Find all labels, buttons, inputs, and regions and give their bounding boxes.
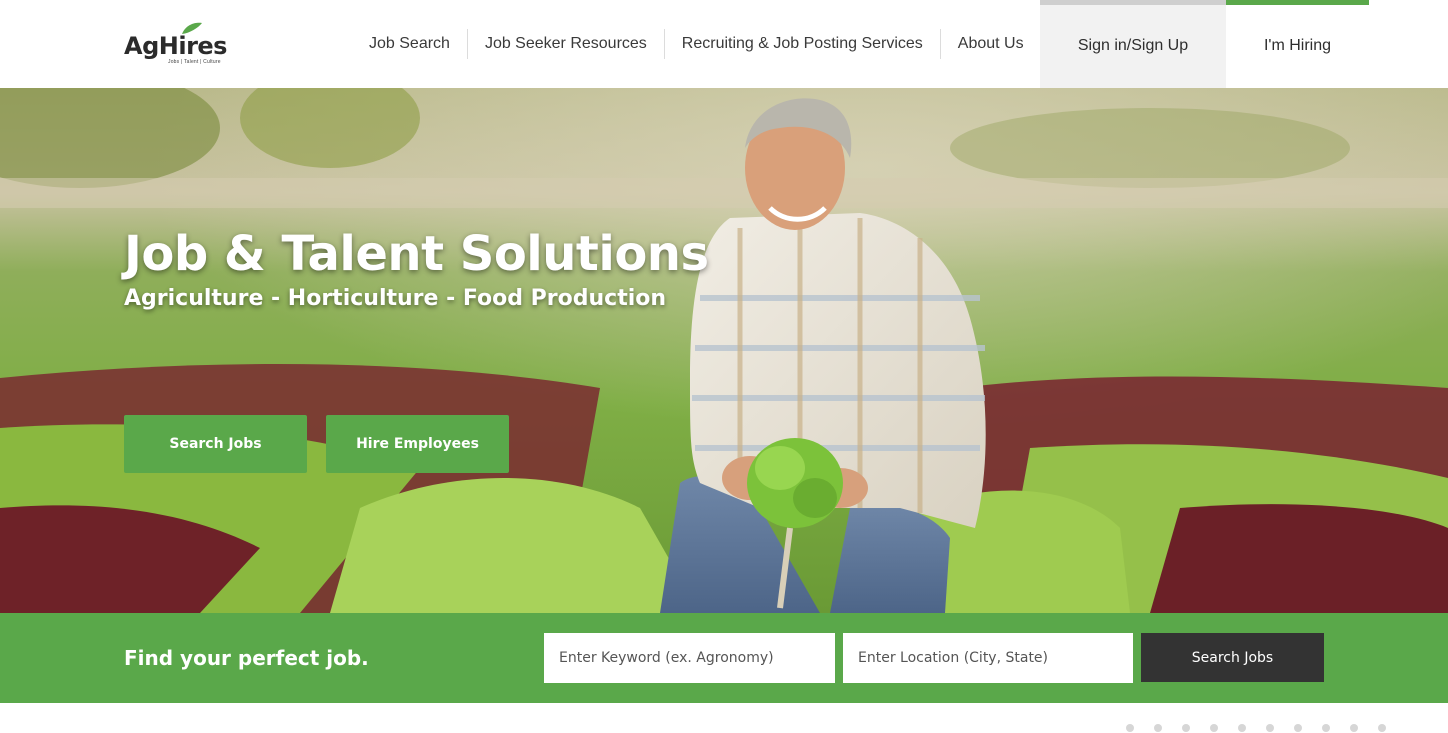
im-hiring-button[interactable]: I'm Hiring [1226,0,1369,88]
location-input[interactable] [843,633,1133,683]
nav-item-about-us[interactable]: About Us [941,29,1041,59]
hero-search-jobs-button[interactable]: Search Jobs [124,415,307,473]
carousel-dot[interactable] [1294,724,1302,732]
carousel-dot[interactable] [1350,724,1358,732]
site-header: AgHires Jobs | Talent | Culture Job Sear… [0,0,1448,88]
carousel-dot[interactable] [1238,724,1246,732]
carousel-dot[interactable] [1154,724,1162,732]
aghires-logo[interactable]: AgHires Jobs | Talent | Culture [124,22,234,66]
keyword-input[interactable] [544,633,835,683]
hero-subtitle: Agriculture - Horticulture - Food Produc… [124,286,667,311]
logo-wordmark: AgHires [124,32,227,60]
carousel-dot[interactable] [1322,724,1330,732]
hero-hire-employees-button[interactable]: Hire Employees [326,415,509,473]
carousel-dot[interactable] [1126,724,1134,732]
search-heading: Find your perfect job. [124,646,369,670]
carousel-dot[interactable] [1182,724,1190,732]
farmer-holding-lettuce-photo [0,88,1448,613]
main-nav: Job Search Job Seeker Resources Recruiti… [352,0,1041,88]
hero-banner: Job & Talent Solutions Agriculture - Hor… [0,88,1448,613]
carousel-dot[interactable] [1266,724,1274,732]
signin-signup-button[interactable]: Sign in/Sign Up [1040,0,1226,88]
logo-tagline: Jobs | Talent | Culture [168,59,221,65]
search-jobs-submit-button[interactable]: Search Jobs [1141,633,1324,682]
job-search-bar: Find your perfect job. Search Jobs [0,613,1448,703]
nav-item-recruiting-services[interactable]: Recruiting & Job Posting Services [665,29,940,59]
carousel-dot[interactable] [1378,724,1386,732]
nav-item-job-search[interactable]: Job Search [352,29,467,59]
carousel-dot[interactable] [1210,724,1218,732]
hero-title: Job & Talent Solutions [124,226,709,282]
nav-item-job-seeker-resources[interactable]: Job Seeker Resources [468,29,664,59]
carousel-dots [1126,724,1386,732]
